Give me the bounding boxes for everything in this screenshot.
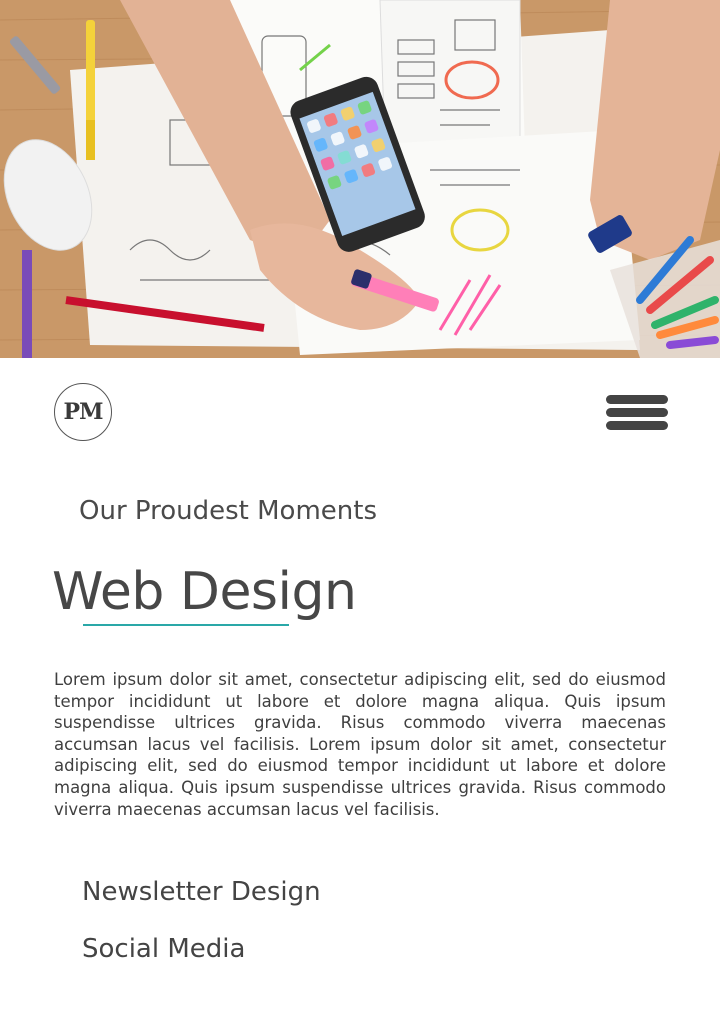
link-social-media[interactable]: Social Media xyxy=(82,934,245,964)
section-subtitle: Our Proudest Moments xyxy=(79,496,378,526)
hero-image xyxy=(0,0,720,358)
menu-bar xyxy=(606,421,668,430)
logo[interactable]: PM xyxy=(54,383,112,441)
title-underline xyxy=(83,624,289,626)
page-title: Web Design xyxy=(52,562,357,622)
logo-text: PM xyxy=(63,399,104,425)
menu-bar xyxy=(606,408,668,417)
link-newsletter-design[interactable]: Newsletter Design xyxy=(82,877,321,907)
body-paragraph: Lorem ipsum dolor sit amet, consectetur … xyxy=(54,670,666,819)
hamburger-menu-icon[interactable] xyxy=(606,393,668,435)
menu-bar xyxy=(606,395,668,404)
